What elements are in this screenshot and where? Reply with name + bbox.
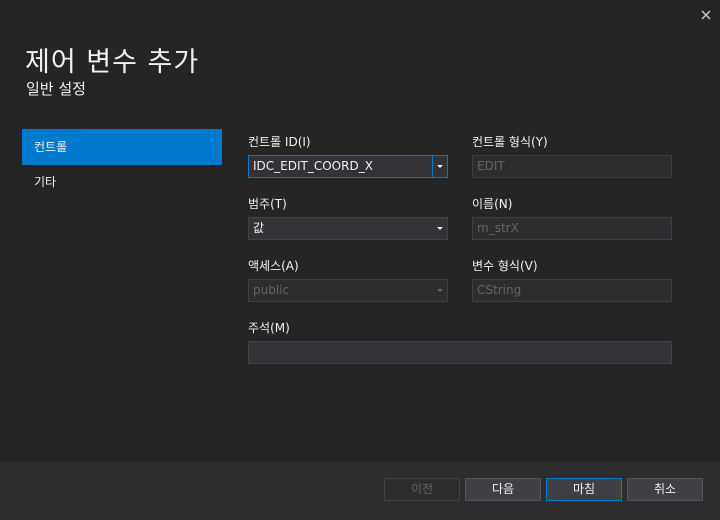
- close-button[interactable]: [697, 6, 715, 24]
- dialog-title: 제어 변수 추가: [25, 47, 200, 78]
- comment-input[interactable]: [248, 341, 672, 364]
- category-value: 값: [253, 221, 265, 235]
- nav-item-control[interactable]: 컨트롤: [22, 129, 222, 165]
- access-dropdown-button: [433, 280, 447, 301]
- finish-button[interactable]: 마침: [546, 478, 622, 501]
- access-label: 액세스(A): [248, 259, 299, 273]
- category-label: 범주(T): [248, 197, 287, 211]
- close-icon: [701, 10, 711, 20]
- control-id-combobox[interactable]: IDC_EDIT_COORD_X: [248, 155, 448, 178]
- category-dropdown-button[interactable]: [433, 218, 447, 239]
- chevron-down-icon: [437, 226, 443, 230]
- access-select: public: [248, 279, 448, 302]
- cancel-button[interactable]: 취소: [627, 478, 703, 501]
- name-field: m_strX: [472, 217, 672, 240]
- control-type-label: 컨트롤 형식(Y): [472, 135, 548, 149]
- access-value: public: [253, 283, 290, 297]
- name-label: 이름(N): [472, 197, 513, 211]
- comment-label: 주석(M): [248, 321, 290, 335]
- category-select[interactable]: 값: [248, 217, 448, 240]
- prev-button: 이전: [384, 478, 460, 501]
- control-id-label: 컨트롤 ID(I): [248, 135, 311, 149]
- var-type-value: CString: [477, 283, 522, 297]
- nav-item-other[interactable]: 기타: [22, 164, 222, 200]
- chevron-down-icon: [437, 164, 443, 168]
- control-type-value: EDIT: [477, 159, 505, 173]
- control-type-field: EDIT: [472, 155, 672, 178]
- chevron-down-icon: [437, 288, 443, 292]
- var-type-label: 변수 형식(V): [472, 259, 538, 273]
- dialog-subtitle: 일반 설정: [26, 80, 86, 98]
- next-button[interactable]: 다음: [465, 478, 541, 501]
- control-id-value: IDC_EDIT_COORD_X: [253, 159, 373, 173]
- name-value: m_strX: [477, 221, 519, 235]
- var-type-field: CString: [472, 279, 672, 302]
- control-id-dropdown-button[interactable]: [432, 156, 447, 177]
